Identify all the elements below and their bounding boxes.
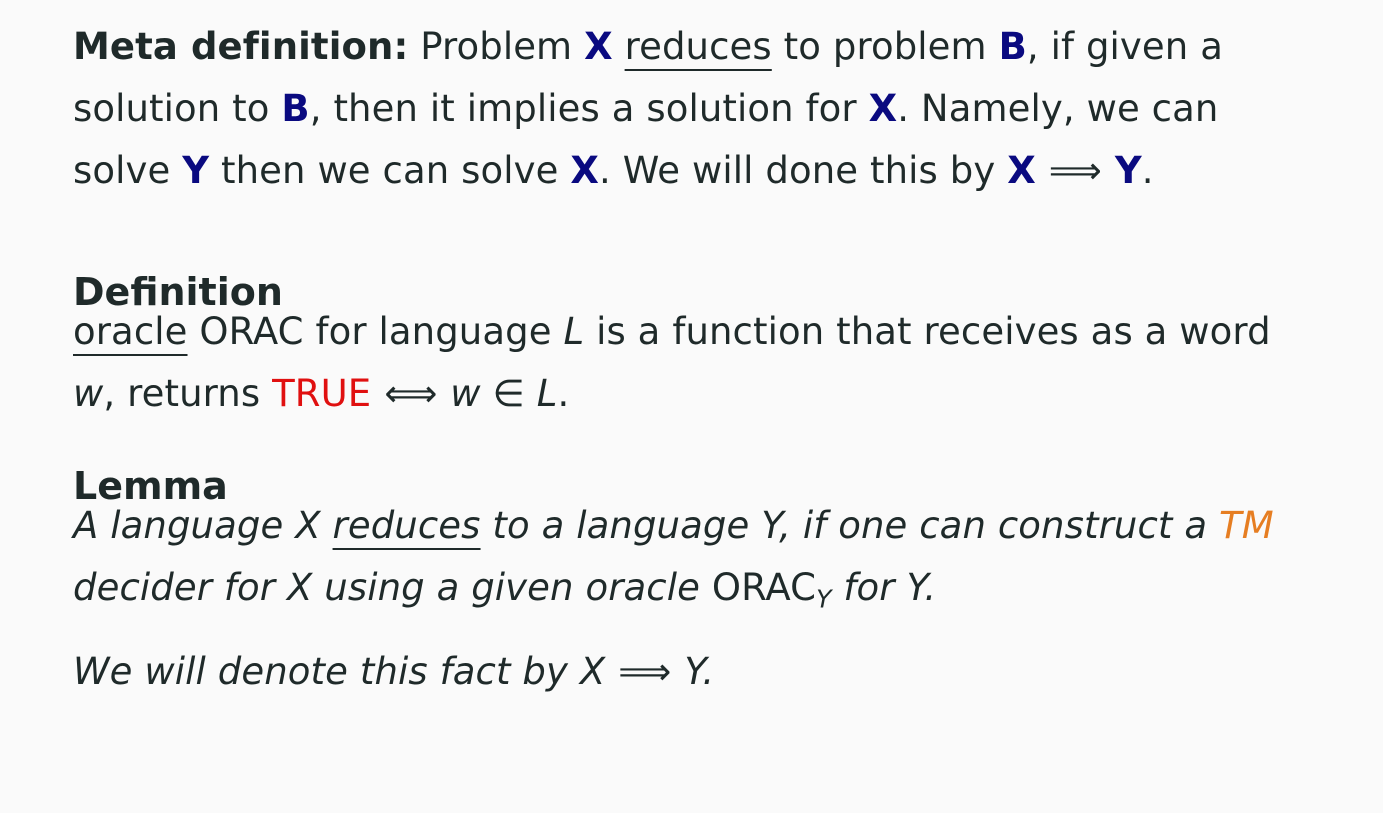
problem-y: Y <box>182 149 210 192</box>
lemma-text: . <box>924 566 937 609</box>
tm-term: TM <box>1219 504 1274 547</box>
meta-text: . Namely, we can <box>897 87 1219 130</box>
language-l: L <box>536 372 558 415</box>
lemma-text: using a given oracle <box>324 566 700 609</box>
meta-line-2: solution to B, then it implies a solutio… <box>73 78 1333 140</box>
true-value: TRUE <box>272 372 372 415</box>
language-y: Y <box>684 650 703 693</box>
reduces-term: reduces <box>332 504 481 547</box>
problem-x: X <box>570 149 600 192</box>
word-w: w <box>73 372 104 415</box>
oracle-subscript: Y <box>816 584 832 614</box>
problem-y: Y <box>1114 149 1142 192</box>
language-x: X <box>579 650 606 693</box>
definition-text: ORAC for language <box>199 310 552 353</box>
lemma-text: to a language <box>492 504 750 547</box>
lemma-line-2: decider for X using a given oracle ORACY… <box>73 557 1333 631</box>
problem-x: X <box>1007 149 1036 192</box>
problem-x: X <box>584 25 613 68</box>
lemma-text: for <box>843 566 895 609</box>
definition-text: . <box>557 372 570 415</box>
meta-text: , if given a <box>1026 25 1223 68</box>
word-w: w <box>450 372 481 415</box>
element-of-symbol: ∈ <box>492 372 525 415</box>
definition-text: , returns <box>103 372 261 415</box>
language-y: Y <box>761 504 780 547</box>
lemma-denote-line: We will denote this fact by X ⟹ Y. <box>73 641 1333 703</box>
definition-line-1: oracle ORAC for language L is a function… <box>73 301 1333 363</box>
meta-text: , then it implies a solution for <box>309 87 857 130</box>
lemma-text: We will denote this fact by <box>73 650 569 693</box>
iff-arrow: ⟺ <box>384 372 438 415</box>
definition-body: oracle ORAC for language L is a function… <box>73 301 1333 425</box>
language-l: L <box>563 310 585 353</box>
definition-line-2: w, returns TRUE ⟺ w ∈ L. <box>73 363 1333 425</box>
problem-b: B <box>281 87 310 130</box>
meta-text: Problem <box>420 25 573 68</box>
language-y: Y <box>906 566 925 609</box>
problem-b: B <box>998 25 1027 68</box>
language-x: X <box>286 566 313 609</box>
implies-arrow: ⟹ <box>1048 149 1102 192</box>
meta-definition: Meta definition: Problem X reduces to pr… <box>73 16 1333 202</box>
meta-text: . <box>1141 149 1154 192</box>
lemma-text: A language <box>73 504 284 547</box>
meta-text: solution to <box>73 87 270 130</box>
oracle-term: oracle <box>73 310 188 353</box>
lemma-line-1: A language X reduces to a language Y, if… <box>73 495 1333 557</box>
reduces-term: reduces <box>624 25 772 68</box>
implies-arrow: ⟹ <box>618 650 672 693</box>
lemma-text: decider for <box>73 566 276 609</box>
problem-x: X <box>868 87 898 130</box>
definition-text: is a function that receives as a word <box>596 310 1271 353</box>
lemma-text: , if one can construct a <box>779 504 1208 547</box>
meta-line-3: solve Y then we can solve X. We will don… <box>73 140 1333 202</box>
meta-text: solve <box>73 149 171 192</box>
oracle-name: ORAC <box>711 566 817 609</box>
meta-text: . We will done this by <box>599 149 996 192</box>
meta-line-1: Meta definition: Problem X reduces to pr… <box>73 16 1333 78</box>
meta-label: Meta definition: <box>73 25 409 68</box>
slide: Meta definition: Problem X reduces to pr… <box>0 0 1383 813</box>
language-x: X <box>295 504 321 547</box>
meta-text: to problem <box>783 25 987 68</box>
lemma-text: . <box>702 650 715 693</box>
lemma-body: A language X reduces to a language Y, if… <box>73 495 1333 631</box>
meta-text: then we can solve <box>221 149 559 192</box>
